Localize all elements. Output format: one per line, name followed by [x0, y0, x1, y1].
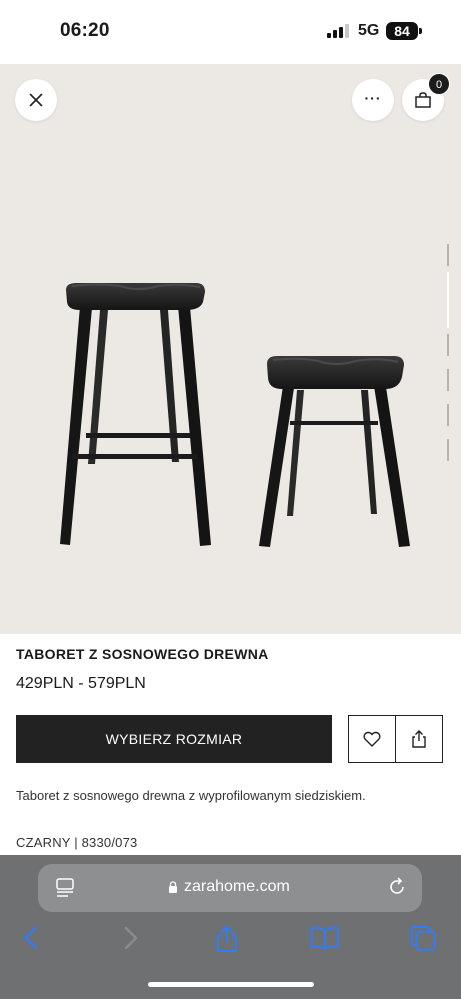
close-icon [29, 93, 43, 107]
pagination-tick[interactable] [447, 334, 449, 356]
tabs-icon[interactable] [410, 925, 438, 953]
back-icon[interactable] [20, 925, 42, 951]
pagination-tick[interactable] [447, 439, 449, 461]
stools-image [60, 283, 410, 547]
share-icon[interactable] [214, 925, 240, 953]
image-pagination[interactable] [446, 244, 450, 484]
product-image[interactable]: ··· 0 [0, 64, 461, 634]
page-menu-icon[interactable] [56, 878, 74, 898]
heart-icon [363, 731, 381, 747]
share-icon [412, 730, 426, 748]
lock-icon [169, 881, 177, 893]
bookmarks-icon[interactable] [310, 925, 340, 951]
product-description: Taboret z sosnowego drewna z wyprofilowa… [16, 788, 366, 803]
pagination-tick[interactable] [447, 404, 449, 426]
select-size-button[interactable]: WYBIERZ ROZMIAR [16, 715, 332, 763]
status-bar: 06:20 5G 84 [0, 0, 461, 64]
reload-icon[interactable] [387, 877, 407, 897]
home-indicator [148, 982, 314, 987]
pagination-tick[interactable] [447, 244, 449, 266]
browser-toolbar: zarahome.com [0, 855, 461, 999]
forward-icon[interactable] [120, 925, 142, 951]
wishlist-button[interactable] [348, 715, 396, 763]
product-title: TABORET Z SOSNOWEGO DREWNA [16, 646, 269, 662]
close-button[interactable] [15, 79, 57, 121]
product-price: 429PLN - 579PLN [16, 675, 146, 692]
more-options-button[interactable]: ··· [352, 79, 394, 121]
more-icon: ··· [364, 90, 382, 106]
status-time: 06:20 [60, 20, 110, 41]
product-color-reference: CZARNY | 8330/073 [16, 835, 138, 850]
url-text[interactable]: zarahome.com [184, 878, 290, 896]
network-type: 5G [358, 22, 380, 39]
shopping-bag-icon [415, 92, 431, 108]
battery-cap [419, 28, 422, 34]
address-bar[interactable]: zarahome.com [38, 864, 422, 912]
share-button[interactable] [395, 715, 443, 763]
bag-count-badge: 0 [428, 73, 450, 95]
pagination-tick[interactable] [447, 369, 449, 391]
battery-icon: 84 [386, 22, 418, 40]
pagination-tick-active[interactable] [447, 272, 449, 328]
signal-icon [327, 24, 349, 38]
